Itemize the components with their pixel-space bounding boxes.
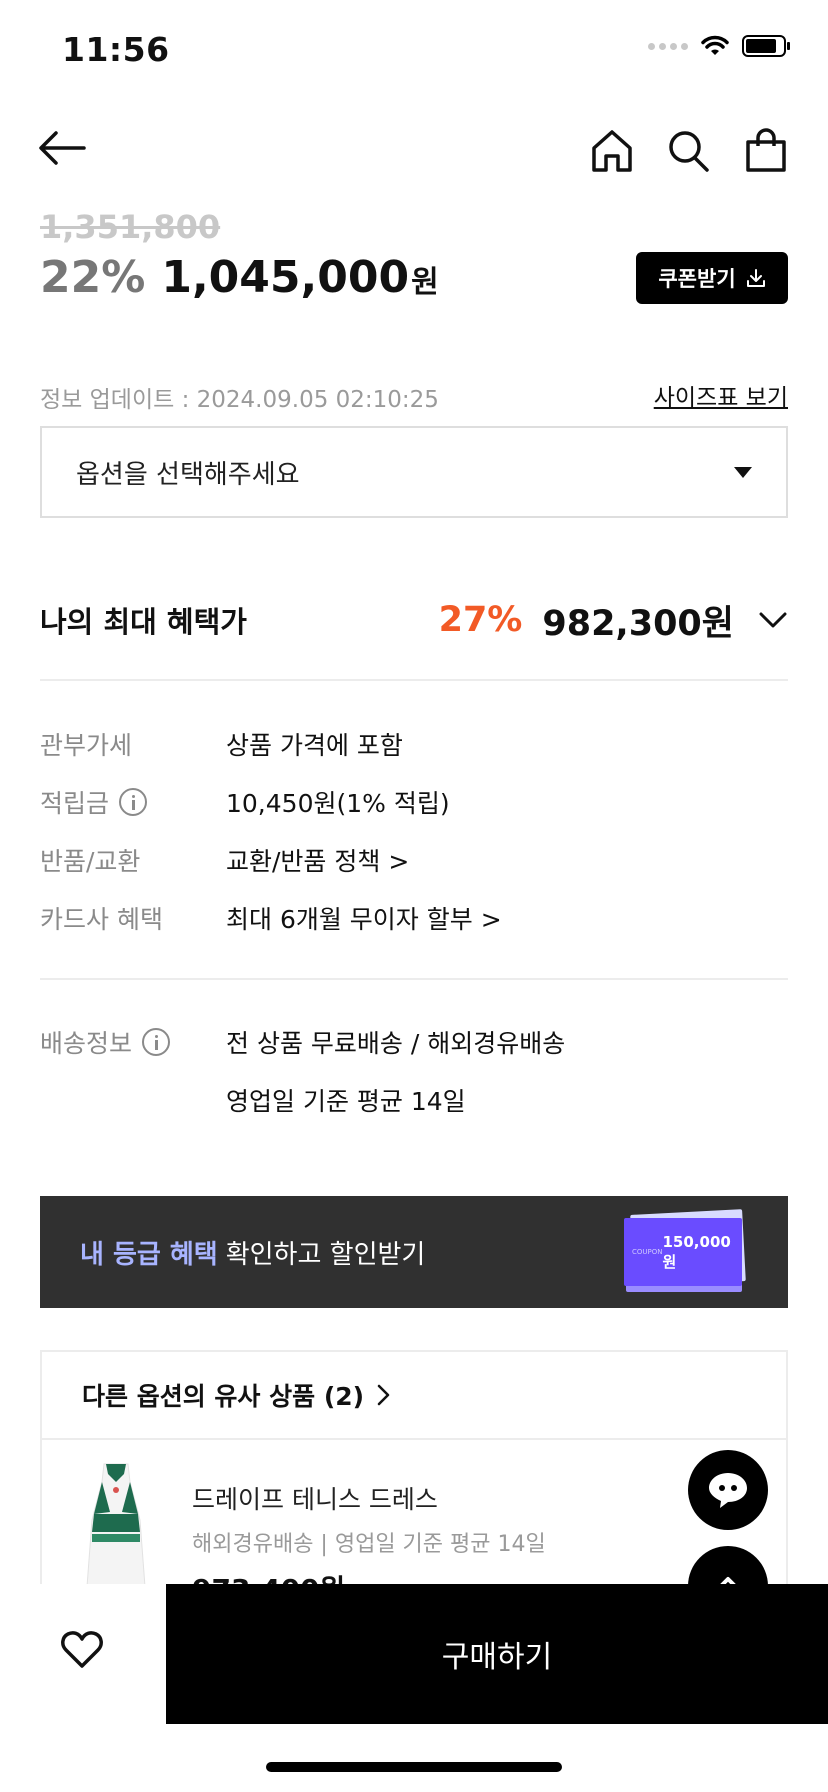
update-timestamp: 정보 업데이트 : 2024.09.05 02:10:25 — [40, 387, 439, 413]
card-benefit-link[interactable]: 최대 6개월 무이자 할부 > — [226, 900, 502, 936]
grade-benefit-banner[interactable]: 내 등급 혜택 확인하고 할인받기 COUPON 150,000원 — [40, 1196, 788, 1308]
home-indicator — [266, 1762, 562, 1772]
max-benefit-percent: 27% — [438, 600, 523, 640]
divider — [40, 978, 788, 980]
shipping-line-2: 영업일 기준 평균 14일 — [226, 1087, 466, 1116]
coupon-button-label: 쿠폰받기 — [658, 267, 736, 291]
similar-products-section: 다른 옵션의 유사 상품 (2) 드레이프 테니스 드레스 해외경유배송 | 영… — [40, 1350, 788, 1600]
info-value: 상품 가격에 포함 — [226, 731, 403, 760]
info-value: 10,450원(1% 적립) — [226, 789, 450, 818]
status-icons — [648, 34, 792, 58]
coupon-tag: COUPON — [632, 1248, 663, 1256]
wishlist-heart-icon[interactable] — [60, 1628, 104, 1672]
home-icon[interactable] — [590, 128, 634, 174]
info-key: 적립금 — [40, 789, 110, 818]
original-price: 1,351,800 — [40, 208, 221, 246]
info-key-wrap: 적립금 — [40, 784, 226, 820]
sale-price: 1,045,000 — [161, 252, 410, 303]
download-icon — [746, 269, 765, 287]
similar-products-header[interactable]: 다른 옵션의 유사 상품 (2) — [42, 1352, 786, 1440]
info-row-return[interactable]: 반품/교환 교환/반품 정책 > — [40, 842, 409, 878]
similar-products-title: 다른 옵션의 유사 상품 (2) — [82, 1382, 365, 1411]
grade-banner-highlight: 내 등급 혜택 — [80, 1239, 218, 1270]
cellular-signal-icon — [648, 42, 688, 50]
info-key: 카드사 혜택 — [40, 905, 163, 934]
size-chart-link[interactable]: 사이즈표 보기 — [654, 378, 788, 412]
shipping-line-1: 전 상품 무료배송 / 해외경유배송 — [226, 1029, 566, 1058]
discount-rate: 22% — [40, 252, 146, 303]
status-time: 11:56 — [62, 30, 170, 69]
similar-product-item[interactable]: 드레이프 테니스 드레스 해외경유배송 | 영업일 기준 평균 14일 973,… — [42, 1440, 786, 1600]
back-arrow-icon[interactable] — [38, 130, 86, 170]
info-key-wrap: 배송정보 — [40, 1024, 226, 1060]
shipping-values: 전 상품 무료배송 / 해외경유배송 영업일 기준 평균 14일 — [226, 1024, 565, 1118]
option-dropdown[interactable]: 옵션을 선택해주세요 — [40, 426, 788, 518]
chat-icon — [709, 1473, 747, 1508]
divider — [40, 679, 788, 681]
product-thumbnail — [85, 1463, 147, 1600]
grade-banner-text: 확인하고 할인받기 — [225, 1239, 426, 1270]
wifi-icon — [701, 35, 729, 55]
chat-button[interactable] — [688, 1450, 768, 1530]
max-benefit-title: 나의 최대 혜택가 — [40, 605, 247, 639]
chevron-down-icon — [759, 612, 787, 628]
shopping-bag-icon[interactable] — [744, 128, 788, 174]
price-row: 22% 1,045,000 원 — [40, 252, 439, 303]
info-row-points: 적립금 10,450원(1% 적립) — [40, 784, 450, 820]
info-row-customs: 관부가세 상품 가격에 포함 — [40, 726, 403, 762]
similar-product-shipping: 해외경유배송 | 영업일 기준 평균 14일 — [192, 1532, 546, 1557]
coupon-download-button[interactable]: 쿠폰받기 — [636, 252, 788, 304]
info-key: 관부가세 — [40, 731, 133, 760]
return-policy-link[interactable]: 교환/반품 정책 > — [226, 842, 409, 878]
search-icon[interactable] — [667, 128, 711, 174]
top-nav — [0, 118, 828, 188]
shipping-row: 배송정보 전 상품 무료배송 / 해외경유배송 영업일 기준 평균 14일 — [40, 1024, 565, 1118]
info-circle-icon[interactable] — [119, 788, 148, 816]
option-placeholder: 옵션을 선택해주세요 — [76, 459, 300, 490]
coupon-illustration: COUPON 150,000원 — [624, 1209, 748, 1294]
coupon-amount: 150,000원 — [662, 1232, 731, 1271]
battery-icon — [742, 35, 790, 57]
similar-product-name: 드레이프 테니스 드레스 — [192, 1485, 438, 1514]
currency-unit: 원 — [411, 265, 439, 300]
buy-button[interactable]: 구매하기 — [166, 1584, 828, 1724]
caret-down-icon — [734, 466, 752, 478]
info-key: 반품/교환 — [40, 847, 141, 876]
bottom-action-bar: 구매하기 — [0, 1584, 828, 1724]
chevron-right-icon — [377, 1384, 390, 1406]
max-benefit-price: 982,300원 — [542, 603, 734, 644]
shipping-key: 배송정보 — [40, 1029, 133, 1058]
info-circle-icon[interactable] — [142, 1028, 171, 1056]
max-benefit-row[interactable]: 나의 최대 혜택가 27% 982,300원 — [40, 592, 788, 648]
info-row-card[interactable]: 카드사 혜택 최대 6개월 무이자 할부 > — [40, 900, 502, 936]
